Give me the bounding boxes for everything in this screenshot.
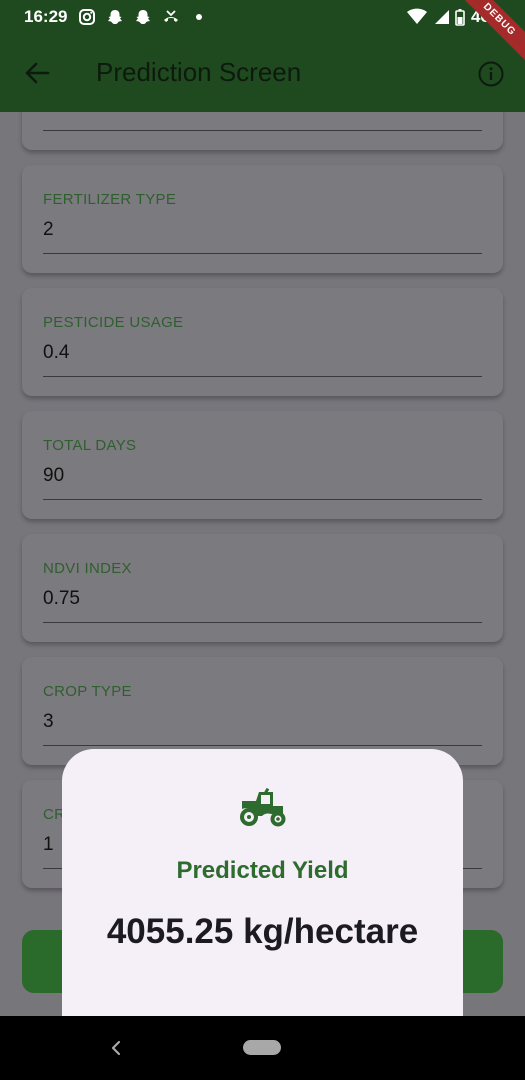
field-label: PESTICIDE USAGE [43, 314, 184, 331]
nav-back-icon[interactable] [106, 1038, 126, 1058]
battery-icon [455, 9, 465, 26]
pesticide-usage-input[interactable]: 0.4 [43, 342, 69, 364]
nav-home-pill[interactable] [243, 1040, 281, 1055]
predicted-yield-value: 4055.25 kg/hectare [106, 912, 419, 951]
field-underline [43, 499, 482, 500]
ndvi-index-input[interactable]: 0.75 [43, 588, 80, 610]
total-days-input[interactable]: 90 [43, 465, 64, 487]
status-time: 16:29 [24, 7, 68, 26]
ndvi-index-card: NDVI INDEX 0.75 [22, 534, 503, 642]
fertilizer-type-card: FERTILIZER TYPE 2 [22, 165, 503, 273]
field-label: FERTILIZER TYPE [43, 191, 177, 208]
field-underline [43, 622, 482, 623]
app-bar: Prediction Screen [0, 34, 525, 112]
pesticide-usage-card: PESTICIDE USAGE 0.4 [22, 288, 503, 396]
snapchat-icon [108, 10, 122, 24]
info-icon[interactable] [477, 60, 505, 88]
form-card-partial [22, 112, 503, 150]
fertilizer-type-input[interactable]: 2 [43, 219, 54, 241]
instagram-icon [79, 9, 95, 25]
notification-icons [78, 8, 208, 26]
field-underline [43, 745, 482, 746]
dot-icon [196, 14, 202, 20]
field-label: NDVI INDEX [43, 560, 132, 577]
status-bar: 16:29 46% [0, 0, 525, 34]
snapchat-icon [136, 10, 150, 24]
system-nav-bar [0, 1016, 525, 1080]
signal-icon [434, 10, 449, 24]
crop-type-input[interactable]: 3 [43, 711, 54, 733]
total-days-card: TOTAL DAYS 90 [22, 411, 503, 519]
field-label: TOTAL DAYS [43, 437, 137, 454]
prediction-result-sheet: Predicted Yield 4055.25 kg/hectare [62, 749, 463, 1016]
arrow-back-icon[interactable] [22, 58, 52, 88]
crop-field-input[interactable]: 1 [43, 834, 54, 856]
field-underline [43, 253, 482, 254]
tractor-icon [240, 787, 286, 827]
field-underline [43, 376, 482, 377]
missed-call-icon [164, 10, 178, 22]
page-title: Prediction Screen [96, 57, 302, 87]
field-underline [43, 130, 482, 131]
result-title: Predicted Yield [176, 857, 349, 884]
field-label: CROP TYPE [43, 683, 132, 700]
wifi-icon [406, 8, 427, 24]
